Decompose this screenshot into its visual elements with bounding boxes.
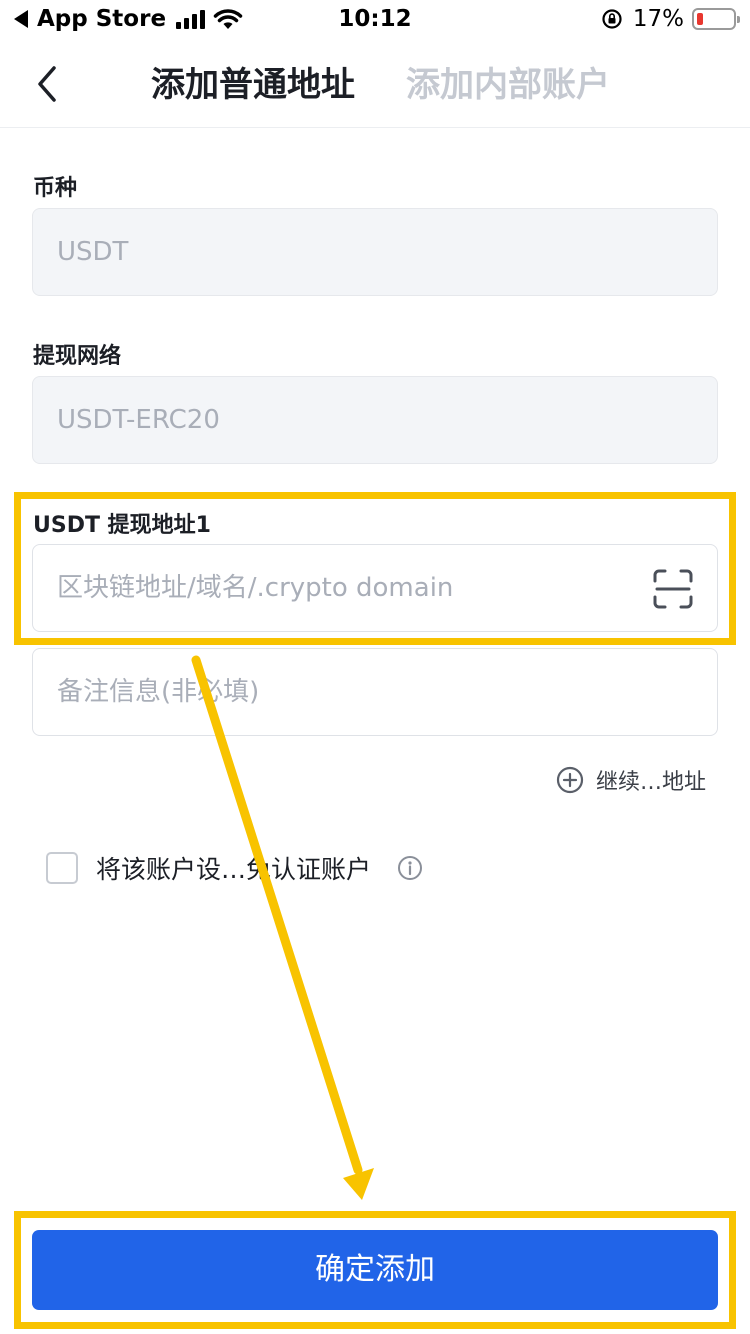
back-arrow-icon[interactable] [28, 62, 68, 106]
plus-circle-icon [556, 766, 584, 794]
network-label: 提现网络 [33, 344, 122, 369]
verification-exempt-label: 将该账户设…免认证账户 [96, 855, 372, 884]
rotation-lock-icon [602, 9, 622, 29]
tab-add-internal-account[interactable]: 添加内部账户 [406, 60, 610, 110]
battery-percent: 17% [632, 6, 684, 32]
currency-label: 币种 [33, 176, 78, 201]
memo-input[interactable]: 备注信息(非必填) [32, 648, 718, 736]
status-right: 17% [601, 6, 740, 32]
highlight-box-confirm [14, 1211, 736, 1329]
status-bar: App Store 10:12 17% [0, 0, 750, 40]
verification-exempt-checkbox[interactable] [46, 852, 78, 884]
add-more-label: 继续…地址 [595, 770, 706, 795]
currency-value: USDT [57, 237, 129, 267]
tab-add-normal-address[interactable]: 添加普通地址 [151, 60, 355, 110]
verification-exempt-row: 将该账户设…免认证账户 [46, 850, 423, 886]
highlight-box-address [14, 492, 736, 645]
currency-field[interactable]: USDT [32, 208, 718, 296]
nav-bar: 添加普通地址 添加内部账户 [0, 40, 750, 128]
network-field[interactable]: USDT-ERC20 [32, 376, 718, 464]
add-more-address-button[interactable]: 继续…地址 [556, 764, 706, 796]
memo-placeholder: 备注信息(非必填) [57, 677, 260, 707]
info-icon[interactable] [397, 855, 423, 881]
network-value: USDT-ERC20 [57, 405, 220, 435]
battery-icon [692, 8, 740, 30]
